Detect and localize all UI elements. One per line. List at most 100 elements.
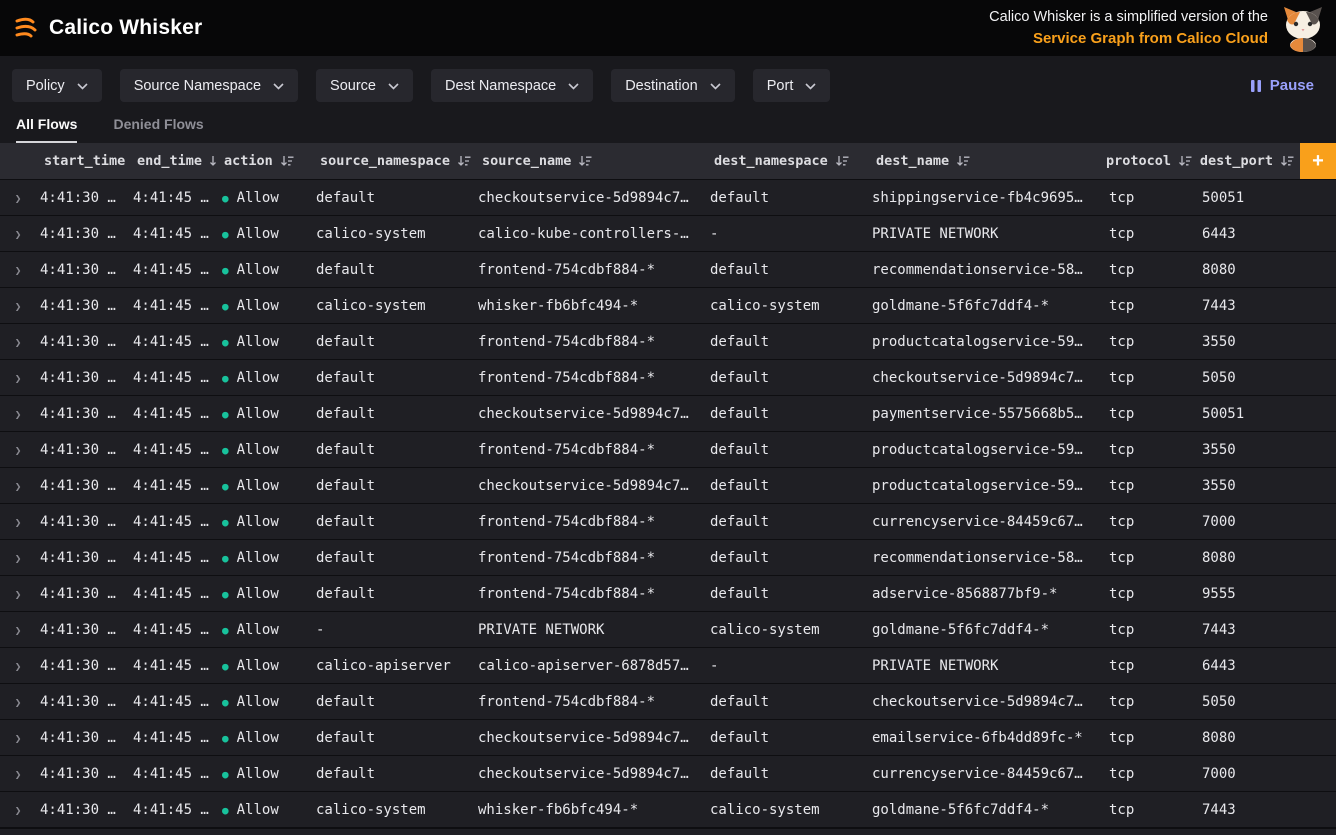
flow-table-row[interactable]: ❯ 4:41:30 … 4:41:45 … ●Allow calico-syst… xyxy=(0,792,1336,828)
flow-table-row[interactable]: ❯ 4:41:30 … 4:41:45 … ●Allow calico-syst… xyxy=(0,216,1336,252)
row-expand-cell[interactable]: ❯ xyxy=(0,180,36,216)
row-expand-cell[interactable]: ❯ xyxy=(0,648,36,684)
cell-dest-namespace: default xyxy=(706,396,868,432)
cell-add-column-spacer xyxy=(1300,324,1336,360)
chevron-right-icon: ❯ xyxy=(15,732,22,745)
cell-dest-name: recommendationservice-58… xyxy=(868,252,1105,288)
flow-table-row[interactable]: ❯ 4:41:30 … 4:41:45 … ●Allow default fro… xyxy=(0,504,1336,540)
filter-port-button[interactable]: Port xyxy=(753,69,831,102)
cell-end-time: 4:41:45 … xyxy=(129,756,216,792)
cell-dest-namespace: default xyxy=(706,720,868,756)
filter-label: Source Namespace xyxy=(134,78,261,94)
filter-source-namespace-button[interactable]: Source Namespace xyxy=(120,69,298,102)
cell-dest-name: checkoutservice-5d9894c7… xyxy=(868,684,1105,720)
cell-dest-name: currencyservice-84459c67… xyxy=(868,756,1105,792)
row-expand-cell[interactable]: ❯ xyxy=(0,684,36,720)
flow-table-row[interactable]: ❯ 4:41:30 … 4:41:45 … ●Allow default che… xyxy=(0,468,1336,504)
cell-source-name: checkoutservice-5d9894c7… xyxy=(474,396,706,432)
cell-start-time: 4:41:30 … xyxy=(36,288,129,324)
row-expand-cell[interactable]: ❯ xyxy=(0,324,36,360)
column-header-protocol[interactable]: protocol xyxy=(1105,143,1198,180)
row-expand-cell[interactable]: ❯ xyxy=(0,432,36,468)
flow-table-row[interactable]: ❯ 4:41:30 … 4:41:45 … ●Allow default fro… xyxy=(0,360,1336,396)
filter-destination-button[interactable]: Destination xyxy=(611,69,735,102)
flow-table-row[interactable]: ❯ 4:41:30 … 4:41:45 … ●Allow default che… xyxy=(0,756,1336,792)
row-expand-cell[interactable]: ❯ xyxy=(0,612,36,648)
cell-source-namespace: default xyxy=(312,180,474,216)
cell-dest-namespace: - xyxy=(706,648,868,684)
tab-all-flows[interactable]: All Flows xyxy=(16,116,77,143)
row-expand-cell[interactable]: ❯ xyxy=(0,540,36,576)
column-header-end-time[interactable]: end_time xyxy=(129,143,216,180)
cell-source-namespace: calico-apiserver xyxy=(312,648,474,684)
cell-dest-namespace: calico-system xyxy=(706,612,868,648)
flow-table-row[interactable]: ❯ 4:41:30 … 4:41:45 … ●Allow default fro… xyxy=(0,252,1336,288)
row-expand-cell[interactable]: ❯ xyxy=(0,504,36,540)
row-expand-cell[interactable]: ❯ xyxy=(0,252,36,288)
flow-table-row[interactable]: ❯ 4:41:30 … 4:41:45 … ●Allow default che… xyxy=(0,180,1336,216)
cell-dest-port: 9555 xyxy=(1198,576,1300,612)
filter-label: Port xyxy=(767,78,794,94)
row-expand-cell[interactable]: ❯ xyxy=(0,756,36,792)
column-header-source-name[interactable]: source_name xyxy=(474,143,706,180)
row-expand-cell[interactable]: ❯ xyxy=(0,360,36,396)
flow-table-row[interactable]: ❯ 4:41:30 … 4:41:45 … ●Allow calico-apis… xyxy=(0,648,1336,684)
flow-table-row[interactable]: ❯ 4:41:30 … 4:41:45 … ●Allow default che… xyxy=(0,720,1336,756)
cell-action: ●Allow xyxy=(216,180,312,216)
topbar: Calico Whisker Calico Whisker is a simpl… xyxy=(0,0,1336,56)
allow-status-dot-icon: ● xyxy=(222,228,229,241)
action-label: Allow xyxy=(237,334,279,350)
column-header-dest-port[interactable]: dest_port xyxy=(1198,143,1300,180)
column-header-action[interactable]: action xyxy=(216,143,312,180)
filter-policy-button[interactable]: Policy xyxy=(12,69,102,102)
flow-table-row[interactable]: ❯ 4:41:30 … 4:41:45 … ●Allow default che… xyxy=(0,396,1336,432)
filter-source-button[interactable]: Source xyxy=(316,69,413,102)
action-label: Allow xyxy=(237,730,279,746)
cell-add-column-spacer xyxy=(1300,576,1336,612)
row-expand-cell[interactable]: ❯ xyxy=(0,288,36,324)
cell-source-namespace: default xyxy=(312,540,474,576)
flow-table-row[interactable]: ❯ 4:41:30 … 4:41:45 … ●Allow default fro… xyxy=(0,684,1336,720)
cell-dest-port: 7443 xyxy=(1198,792,1300,828)
action-label: Allow xyxy=(237,586,279,602)
tab-bar: All Flows Denied Flows xyxy=(0,112,1336,143)
cell-source-name: calico-apiserver-6878d57… xyxy=(474,648,706,684)
flow-table-row[interactable]: ❯ 4:41:30 … 4:41:45 … ●Allow default fro… xyxy=(0,540,1336,576)
flow-table-row[interactable]: ❯ 4:41:30 … 4:41:45 … ●Allow default fro… xyxy=(0,324,1336,360)
add-column-button[interactable]: + xyxy=(1300,143,1336,180)
row-expand-cell[interactable]: ❯ xyxy=(0,576,36,612)
tab-denied-flows[interactable]: Denied Flows xyxy=(113,116,203,143)
column-label: action xyxy=(224,153,273,169)
flow-table-row[interactable]: ❯ 4:41:30 … 4:41:45 … ●Allow - PRIVATE N… xyxy=(0,612,1336,648)
row-expand-cell[interactable]: ❯ xyxy=(0,216,36,252)
column-header-start-time[interactable]: start_time xyxy=(36,143,129,180)
chevron-right-icon: ❯ xyxy=(15,192,22,205)
filter-dest-namespace-button[interactable]: Dest Namespace xyxy=(431,69,593,102)
flow-table-row[interactable]: ❯ 4:41:30 … 4:41:45 … ●Allow default fro… xyxy=(0,432,1336,468)
flow-table-row[interactable]: ❯ 4:41:30 … 4:41:45 … ●Allow calico-syst… xyxy=(0,288,1336,324)
column-header-dest-name[interactable]: dest_name xyxy=(868,143,1105,180)
cell-add-column-spacer xyxy=(1300,540,1336,576)
filter-label: Policy xyxy=(26,78,65,94)
service-graph-link[interactable]: Service Graph from Calico Cloud xyxy=(989,28,1268,49)
sort-icon xyxy=(835,155,849,167)
action-label: Allow xyxy=(237,190,279,206)
chevron-right-icon: ❯ xyxy=(15,624,22,637)
allow-status-dot-icon: ● xyxy=(222,372,229,385)
cell-dest-namespace: default xyxy=(706,252,868,288)
row-expand-cell[interactable]: ❯ xyxy=(0,468,36,504)
cell-start-time: 4:41:30 … xyxy=(36,576,129,612)
pause-button[interactable]: Pause xyxy=(1242,77,1322,94)
column-header-source-namespace[interactable]: source_namespace xyxy=(312,143,474,180)
row-expand-cell[interactable]: ❯ xyxy=(0,792,36,828)
row-expand-cell[interactable]: ❯ xyxy=(0,720,36,756)
column-header-expand xyxy=(0,143,36,180)
flow-table-row[interactable]: ❯ 4:41:30 … 4:41:45 … ●Allow default fro… xyxy=(0,576,1336,612)
column-header-dest-namespace[interactable]: dest_namespace xyxy=(706,143,868,180)
cell-dest-name: adservice-8568877bf9-* xyxy=(868,576,1105,612)
cell-add-column-spacer xyxy=(1300,396,1336,432)
chevron-right-icon: ❯ xyxy=(15,480,22,493)
cell-dest-name: checkoutservice-5d9894c7… xyxy=(868,360,1105,396)
row-expand-cell[interactable]: ❯ xyxy=(0,396,36,432)
plus-icon: + xyxy=(1312,150,1324,172)
